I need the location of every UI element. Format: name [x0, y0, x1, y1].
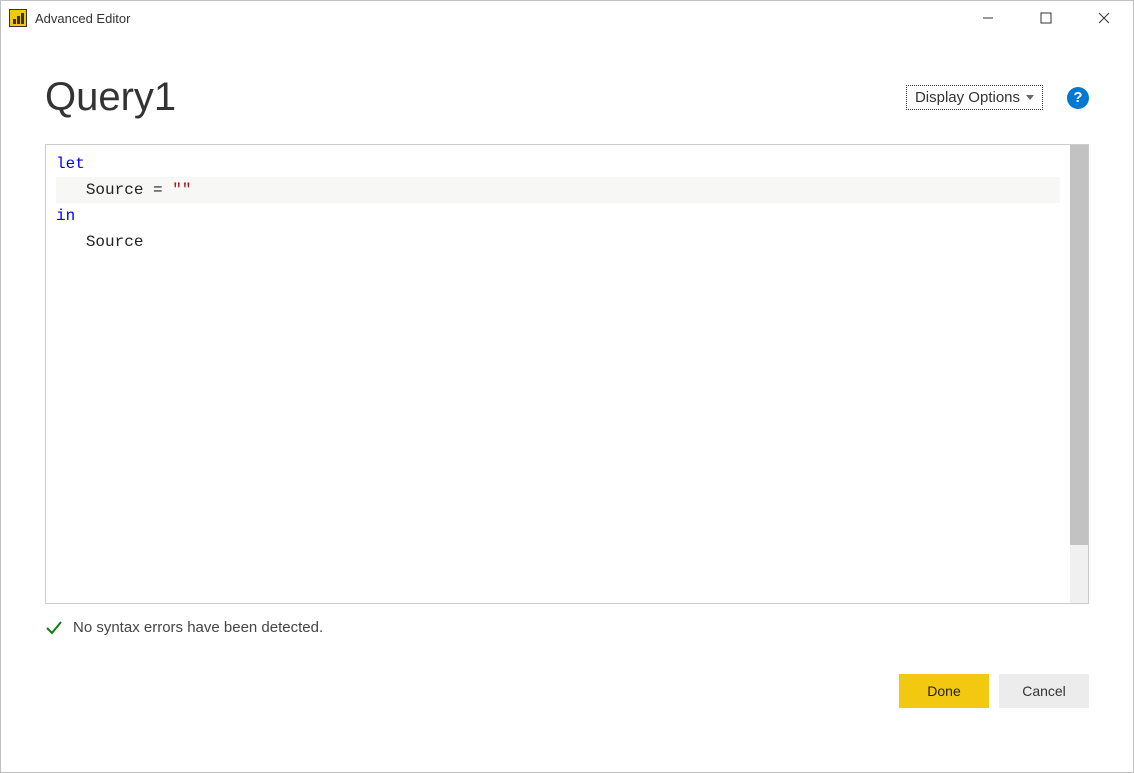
dialog-buttons: Done Cancel — [45, 674, 1089, 708]
code-line[interactable]: in — [56, 203, 1060, 229]
check-icon — [45, 618, 63, 636]
maximize-icon — [1040, 12, 1052, 24]
window-title: Advanced Editor — [35, 11, 130, 26]
vertical-scrollbar[interactable] — [1070, 145, 1088, 603]
titlebar: Advanced Editor — [1, 1, 1133, 35]
display-options-label: Display Options — [915, 89, 1020, 106]
help-icon: ? — [1073, 89, 1082, 106]
scrollbar-thumb[interactable] — [1070, 145, 1088, 545]
code-editor[interactable]: let Source = ""in Source — [45, 144, 1089, 604]
cancel-button[interactable]: Cancel — [999, 674, 1089, 708]
header-row: Query1 Display Options ? — [45, 75, 1089, 120]
window-controls — [959, 1, 1133, 35]
dialog-content: Query1 Display Options ? let Source = ""… — [1, 35, 1133, 728]
maximize-button[interactable] — [1017, 1, 1075, 35]
status-message: No syntax errors have been detected. — [73, 619, 323, 636]
minimize-icon — [982, 12, 994, 24]
code-line[interactable]: Source — [56, 229, 1060, 255]
chevron-down-icon — [1026, 95, 1034, 100]
minimize-button[interactable] — [959, 1, 1017, 35]
done-button[interactable]: Done — [899, 674, 989, 708]
close-icon — [1098, 12, 1110, 24]
code-line[interactable]: let — [56, 151, 1060, 177]
syntax-status: No syntax errors have been detected. — [45, 618, 1089, 636]
help-button[interactable]: ? — [1067, 87, 1089, 109]
display-options-dropdown[interactable]: Display Options — [906, 85, 1043, 110]
app-icon — [9, 9, 27, 27]
code-line[interactable]: Source = "" — [56, 177, 1060, 203]
query-title: Query1 — [45, 75, 176, 120]
close-button[interactable] — [1075, 1, 1133, 35]
editor-surface[interactable]: let Source = ""in Source — [46, 145, 1070, 603]
